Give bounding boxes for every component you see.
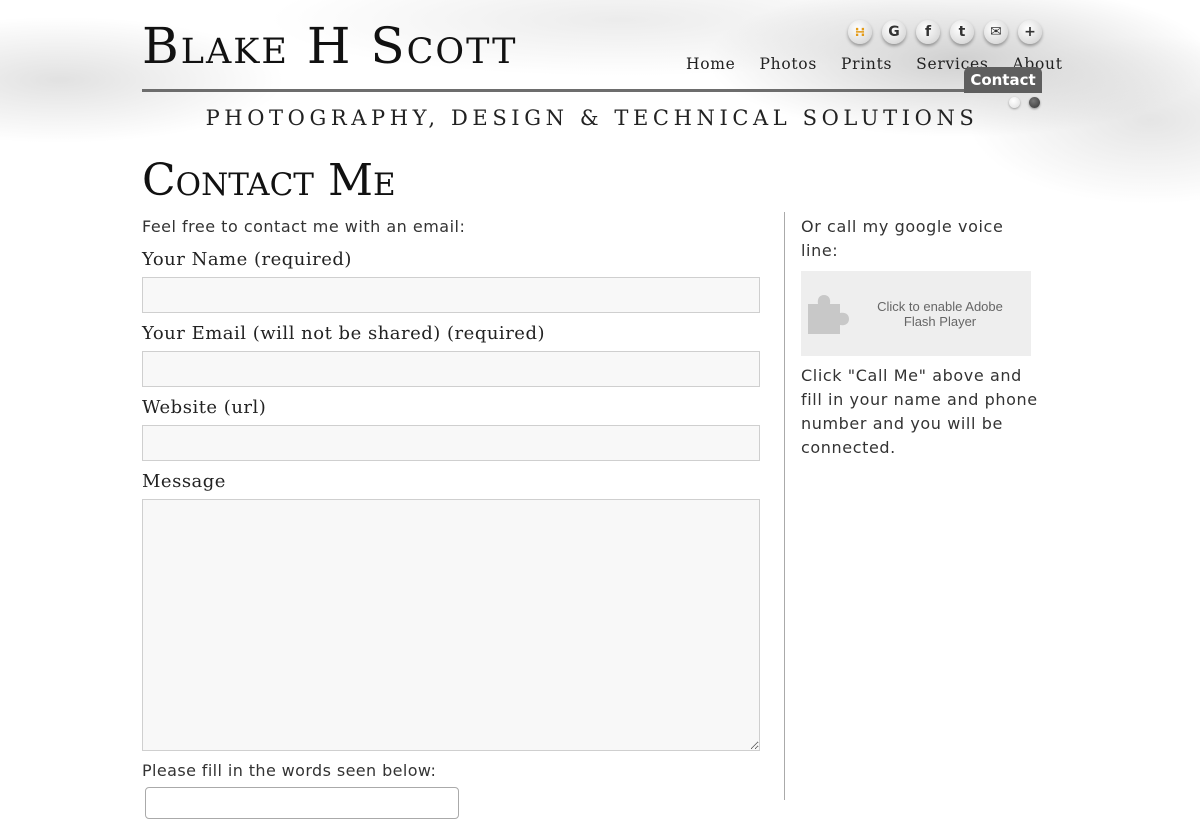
plus-icon[interactable]: + — [1018, 20, 1042, 44]
slide-dot-2[interactable] — [1029, 97, 1040, 108]
captcha-label: Please fill in the words seen below: — [142, 761, 437, 780]
puzzle-piece-icon — [808, 295, 849, 334]
facebook-icon[interactable]: f — [916, 20, 940, 44]
rss-icon[interactable]: ∺ — [848, 20, 872, 44]
email-icon[interactable]: ✉ — [984, 20, 1008, 44]
name-label: Your Name (required) — [142, 249, 352, 270]
website-field[interactable] — [142, 425, 760, 461]
call-me-instructions: Click "Call Me" above and fill in your n… — [801, 366, 1038, 457]
site-logo[interactable]: Blake H Scott — [142, 14, 517, 78]
column-divider — [784, 212, 785, 800]
header-divider — [142, 89, 1042, 92]
social-links: ∺ G f t ✉ + — [848, 20, 1042, 44]
flash-enable-text: Click to enable Adobe Flash Player — [877, 299, 1003, 329]
google-icon[interactable]: G — [882, 20, 906, 44]
contact-intro: Feel free to contact me with an email: — [142, 217, 466, 236]
nav-prints[interactable]: Prints — [841, 54, 892, 74]
message-textarea[interactable] — [142, 499, 760, 751]
website-label: Website (url) — [142, 397, 267, 418]
email-field[interactable] — [142, 351, 760, 387]
slide-dot-1[interactable] — [1009, 97, 1020, 108]
flash-player-placeholder[interactable]: Click to enable Adobe Flash Player — [801, 271, 1031, 356]
nav-contact-active-tab[interactable]: Contact — [964, 67, 1042, 93]
site-tagline: PHOTOGRAPHY, DESIGN & TECHNICAL SOLUTION… — [205, 106, 979, 130]
nav-photos[interactable]: Photos — [760, 54, 817, 74]
page-title: Contact Me — [142, 155, 396, 206]
message-label: Message — [142, 471, 226, 492]
name-field[interactable] — [142, 277, 760, 313]
google-voice-text: Or call my google voice line: — [801, 217, 1004, 260]
captcha-box — [145, 787, 459, 819]
twitter-icon[interactable]: t — [950, 20, 974, 44]
nav-home[interactable]: Home — [686, 54, 736, 74]
email-label: Your Email (will not be shared) (require… — [142, 323, 545, 344]
